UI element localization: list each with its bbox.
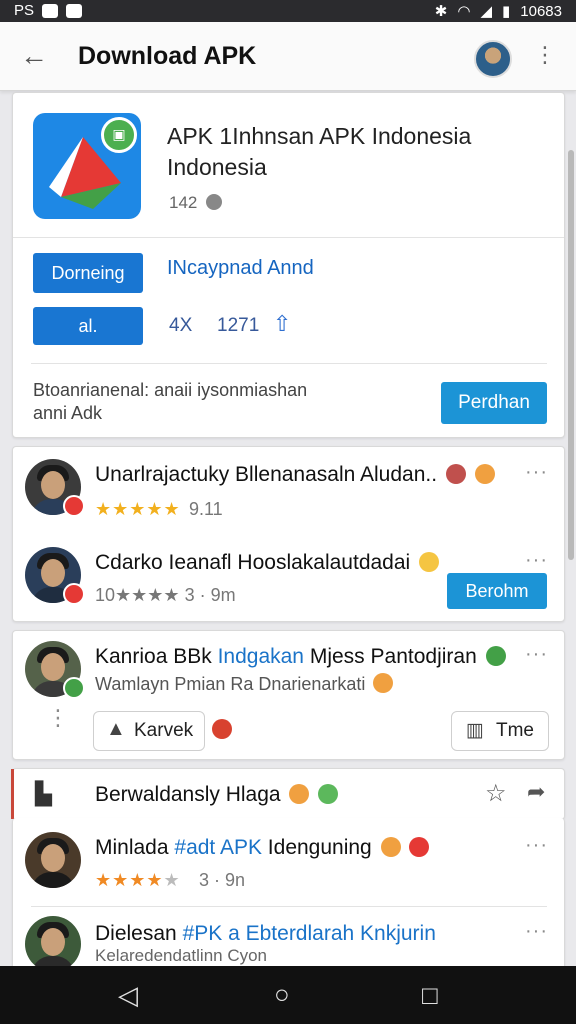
review-title: Cdarko Ieanafl Hooslakalautdadai — [95, 551, 440, 575]
section-header: ▙ Berwaldansly Hlaga ☆ ➦ — [11, 768, 565, 820]
primary-button[interactable]: Dorneing — [33, 253, 143, 293]
post-title-part1: Kanrioa BBk — [95, 645, 218, 668]
divider — [31, 363, 547, 364]
like-icon: ▲ — [106, 718, 126, 740]
chip-right[interactable]: ▥ Tme — [451, 711, 549, 751]
image-icon — [66, 3, 83, 18]
post-title: Kanrioa BBk Indgakan Mjess Pantodjiran — [95, 645, 506, 669]
rating-stars: ★★★★★ — [95, 870, 181, 890]
emoji-icon — [445, 464, 466, 484]
divider — [13, 237, 564, 238]
bluetooth-icon: ✱ — [434, 3, 448, 20]
app-meta: 142 — [169, 193, 223, 213]
section-title: Berwaldansly Hlaga — [95, 783, 339, 807]
emoji-icon — [380, 837, 401, 857]
review-name-link[interactable]: #PK a — [183, 922, 240, 945]
review-name-link[interactable]: #adt APK — [174, 836, 262, 859]
chip-left-label: Karvek — [134, 720, 194, 741]
action-button[interactable]: al. — [33, 307, 143, 345]
review-rating-text: 10★★★★ 3 · 9m — [95, 585, 236, 605]
review-title: Dielesan #PK a Ebterdlarah Knkjurin — [95, 922, 436, 946]
scrollbar[interactable] — [568, 150, 574, 560]
review-name-part2: Ebterdlarah Knkjurin — [239, 922, 436, 945]
stat-value-2: 1271 — [217, 315, 260, 336]
post-title-link[interactable]: Indgakan — [218, 645, 304, 668]
more-vert-icon[interactable]: ⋮ — [534, 42, 556, 68]
home-circle-icon[interactable]: ○ — [274, 979, 290, 1010]
reviewer-badge-icon — [63, 495, 85, 517]
review-name-part2: Idenguning — [261, 836, 372, 859]
review-button[interactable]: Berohm — [447, 573, 547, 609]
check-icon — [485, 646, 506, 666]
emoji-icon — [419, 552, 440, 572]
post-subtitle: Wamlayn Pmian Ra Dnarienarkati — [95, 673, 394, 695]
app-meta-value: 142 — [169, 193, 198, 212]
more-vert-icon[interactable]: ⋮ — [47, 707, 69, 729]
emoji-icon — [474, 464, 495, 484]
review-name: Cdarko Ieanafl Hooslakalautdadai — [95, 551, 411, 574]
app-description: Btoanrianenal: anaii iysonmiashan anni A… — [33, 380, 308, 423]
share-arrow-icon[interactable]: ➦ — [527, 779, 545, 805]
more-horiz-icon[interactable]: ··· — [525, 549, 548, 572]
back-triangle-icon[interactable]: ◁ — [118, 980, 138, 1011]
more-horiz-icon[interactable]: ··· — [525, 643, 548, 666]
secondary-link[interactable]: INcaypnad Annd — [167, 257, 314, 280]
globe-icon — [206, 194, 223, 210]
share-icon[interactable]: ⇧ — [273, 311, 291, 337]
page-title: Download APK — [78, 42, 257, 70]
reviews-card-2: Minlada #adt APK Idenguning ★★★★★ 3 · 9n… — [12, 818, 565, 979]
emoji-icon — [212, 719, 232, 739]
emoji-icon — [409, 837, 430, 857]
app-badge-icon: ▣ — [101, 117, 137, 153]
reviewer-avatar[interactable] — [25, 832, 81, 888]
verified-badge-icon — [63, 677, 85, 699]
app-icon[interactable]: ▣ — [33, 113, 141, 219]
review-title: Unarlrajactuky Bllenanasaln Aludan.. — [95, 463, 495, 487]
post-card: Kanrioa BBk Indgakan Mjess Pantodjiran W… — [12, 630, 565, 760]
section-label: Berwaldansly Hlaga — [95, 783, 281, 806]
review-rating-text: 3 · 9n — [199, 870, 246, 890]
stat-value-1: 4X — [169, 315, 193, 336]
battery-icon: ▮ — [502, 3, 511, 20]
review-name-part1: Minlada — [95, 836, 175, 859]
app-card: ▣ APK 1Inhnsan APK Indonesia Indonesia 1… — [12, 92, 565, 438]
post-title-part2: Mjess Pantodjiran — [304, 645, 477, 668]
divider — [31, 906, 547, 907]
gallery-icon — [42, 3, 59, 18]
review-name: Unarlrajactuky Bllenanasaln Aludan.. — [95, 463, 438, 486]
profile-avatar[interactable] — [474, 40, 512, 78]
reviewer-badge-icon — [63, 583, 85, 605]
star-outline-icon[interactable]: ☆ — [485, 779, 507, 808]
emoji-icon — [318, 784, 339, 804]
more-horiz-icon[interactable]: ··· — [525, 461, 548, 484]
more-horiz-icon[interactable]: ··· — [525, 834, 548, 857]
chip-right-label: Tme — [496, 720, 534, 741]
recents-square-icon[interactable]: □ — [422, 980, 438, 1011]
nav-bar: ◁ ○ □ — [0, 966, 576, 1024]
chart-icon: ▥ — [466, 720, 484, 741]
status-left-text: PS — [14, 2, 35, 19]
review-title: Minlada #adt APK Idenguning — [95, 836, 430, 860]
reviews-card: Unarlrajactuky Bllenanasaln Aludan.. ★★★… — [12, 446, 565, 622]
more-horiz-icon[interactable]: ··· — [525, 920, 548, 943]
review-rating-text: 9.11 — [189, 499, 223, 519]
chip-left[interactable]: ▲ Karvek — [93, 711, 205, 751]
app-bar: ← Download APK ⋮ — [0, 22, 576, 91]
emoji-icon — [289, 784, 310, 804]
wifi-icon: ◠ — [457, 3, 471, 20]
status-time: 10683 — [520, 2, 562, 20]
signal-icon: ◢ — [480, 3, 493, 20]
emoji-icon — [373, 673, 394, 693]
review-subtitle: Kelaredendatlinn Cyon — [95, 946, 268, 965]
app-title: APK 1Inhnsan APK Indonesia Indonesia — [167, 123, 472, 180]
status-bar: PS ✱ ◠ ◢ ▮ 10683 — [0, 0, 576, 22]
review-name-part1: Dielesan — [95, 922, 183, 945]
flag-icon: ▙ — [35, 781, 52, 806]
back-arrow-icon[interactable]: ← — [20, 40, 48, 72]
accent-bar — [11, 769, 14, 819]
post-subtitle-text: Wamlayn Pmian Ra Dnarienarkati — [95, 674, 366, 694]
rating-stars: ★★★★★ — [95, 499, 181, 519]
description-button[interactable]: Perdhan — [441, 382, 547, 424]
reviewer-avatar[interactable] — [25, 916, 81, 972]
